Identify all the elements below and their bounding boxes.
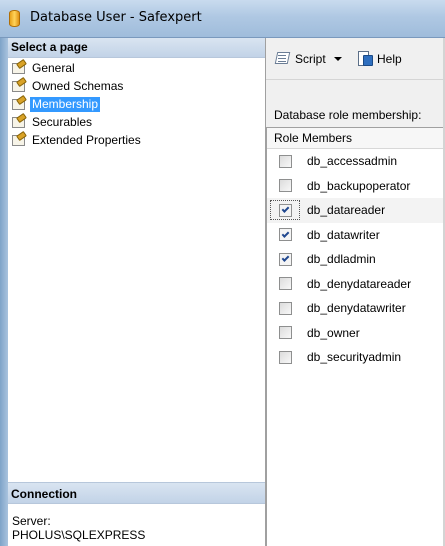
checkmark-icon (281, 205, 289, 214)
role-name: db_denydatareader (307, 276, 412, 291)
role-checkbox[interactable] (278, 179, 292, 193)
page-item-extended-properties[interactable]: Extended Properties (11, 130, 265, 149)
property-page-icon (11, 58, 27, 75)
window-frame-edge (0, 38, 8, 546)
property-page-icon (11, 76, 27, 93)
role-checkbox-cell[interactable] (270, 277, 300, 291)
script-button[interactable]: Script (274, 51, 342, 67)
role-checkbox[interactable] (278, 350, 292, 364)
role-checkbox[interactable] (278, 154, 292, 168)
page-item-label: General (32, 60, 75, 75)
role-row-db-owner[interactable]: db_owner (267, 321, 445, 346)
role-row-db-datawriter[interactable]: db_datawriter (267, 223, 445, 248)
role-checkbox[interactable] (278, 277, 292, 291)
role-checkbox-cell[interactable] (270, 252, 300, 266)
role-checkbox-cell[interactable] (270, 200, 300, 221)
role-checkbox[interactable] (278, 228, 292, 242)
role-row-db-backupoperator[interactable]: db_backupoperator (267, 174, 445, 199)
role-name: db_ddladmin (307, 252, 376, 267)
role-row-db-denydatawriter[interactable]: db_denydatawriter (267, 296, 445, 321)
role-row-db-securityadmin[interactable]: db_securityadmin (267, 345, 445, 370)
page-item-owned-schemas[interactable]: Owned Schemas (11, 76, 265, 95)
page-item-label: Owned Schemas (32, 78, 124, 93)
page-item-general[interactable]: General (11, 58, 265, 77)
role-name: db_backupoperator (307, 178, 411, 193)
role-members-grid: Role Members db_accessadmin db_backupoper… (266, 127, 445, 546)
role-checkbox-cell[interactable] (270, 301, 300, 315)
checkmark-icon (281, 229, 289, 238)
page-item-label: Membership (30, 96, 101, 112)
select-page-pane: Select a page General Owned Schemas Member… (8, 38, 266, 546)
title-bar: Database User - Safexpert (0, 0, 445, 38)
connection-header: Connection (8, 482, 265, 504)
checkmark-icon (281, 254, 289, 263)
property-page-icon (11, 112, 27, 129)
role-name: db_securityadmin (307, 350, 402, 365)
script-icon (274, 51, 292, 67)
toolbar: Script Help (266, 38, 445, 80)
role-row-db-denydatareader[interactable]: db_denydatareader (267, 272, 445, 297)
role-name: db_denydatawriter (307, 301, 406, 316)
select-page-header: Select a page (8, 38, 265, 58)
database-user-icon (9, 10, 20, 27)
server-value: PHOLUS\SQLEXPRESS (12, 528, 146, 542)
page-item-label: Extended Properties (32, 132, 141, 147)
role-row-db-accessadmin[interactable]: db_accessadmin (267, 149, 445, 174)
role-checkbox[interactable] (278, 203, 292, 217)
role-rows: db_accessadmin db_backupoperator db_datare… (267, 149, 445, 370)
page-item-securables[interactable]: Securables (11, 112, 265, 131)
connection-server: Server: PHOLUS\SQLEXPRESS (12, 514, 145, 542)
server-label: Server: (12, 514, 51, 528)
role-row-db-datareader[interactable]: db_datareader (267, 198, 445, 223)
script-label: Script (295, 52, 326, 66)
help-book-icon (357, 51, 374, 67)
role-checkbox-cell[interactable] (270, 179, 300, 193)
role-name: db_accessadmin (307, 154, 398, 169)
role-membership-label: Database role membership: (274, 108, 422, 122)
page-item-membership[interactable]: Membership (11, 94, 265, 113)
role-checkbox-cell[interactable] (270, 326, 300, 340)
role-checkbox-cell[interactable] (270, 228, 300, 242)
role-checkbox-cell[interactable] (270, 350, 300, 364)
role-row-db-ddladmin[interactable]: db_ddladmin (267, 247, 445, 272)
membership-pane: Script Help Database role membership: Ro… (266, 38, 445, 546)
role-name: db_datawriter (307, 227, 380, 242)
help-button[interactable]: Help (357, 51, 402, 67)
chevron-down-icon[interactable] (333, 57, 342, 61)
role-checkbox-cell[interactable] (270, 154, 300, 168)
role-checkbox[interactable] (278, 252, 292, 266)
help-label: Help (377, 52, 402, 66)
property-page-icon (11, 130, 27, 147)
role-name: db_owner (307, 325, 360, 340)
role-checkbox[interactable] (278, 326, 292, 340)
role-name: db_datareader (307, 203, 386, 218)
page-item-label: Securables (32, 114, 93, 129)
window-title: Database User - Safexpert (30, 10, 202, 25)
role-members-column-header[interactable]: Role Members (267, 128, 445, 149)
property-page-icon (11, 94, 27, 111)
page-list: General Owned Schemas Membership Securables… (8, 58, 265, 149)
role-checkbox[interactable] (278, 301, 292, 315)
